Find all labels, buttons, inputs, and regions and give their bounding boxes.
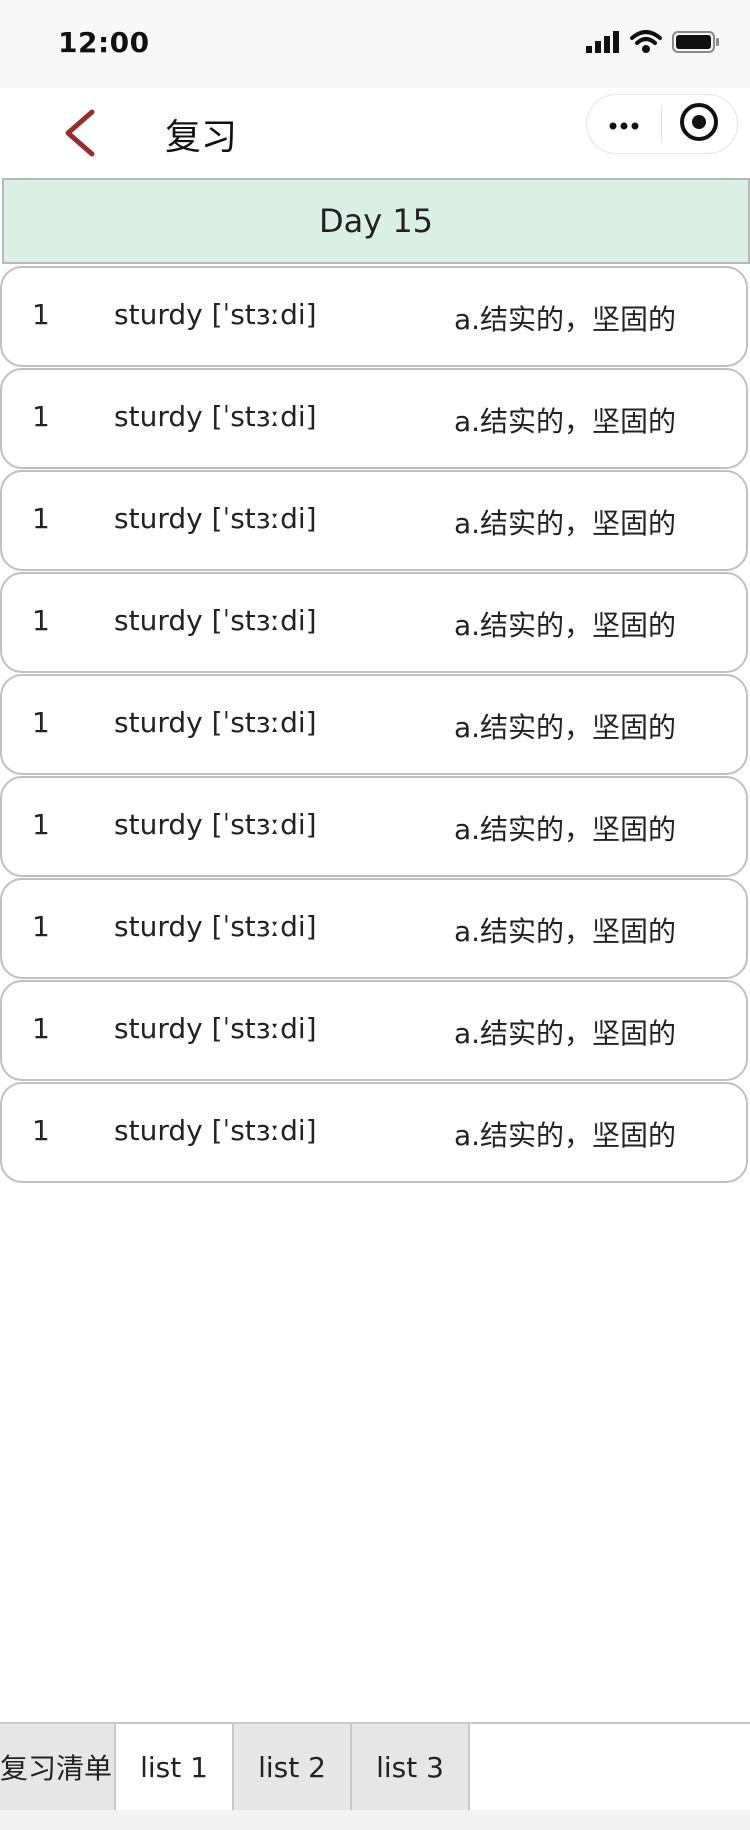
word-row[interactable]: 1 sturdy [ˈstɜːdi] a.结实的，坚固的 [0, 1082, 748, 1183]
word-text: sturdy [ˈstɜːdi] [114, 400, 317, 433]
word-index: 1 [32, 1114, 50, 1147]
word-meaning: a.结实的，坚固的 [454, 1119, 677, 1152]
word-row[interactable]: 1 sturdy [ˈstɜːdi] a.结实的，坚固的 [0, 674, 748, 775]
wifi-icon [630, 30, 662, 58]
tab-list-2[interactable]: list 2 [234, 1724, 352, 1810]
word-index: 1 [32, 604, 50, 637]
word-text: sturdy [ˈstɜːdi] [114, 1012, 317, 1045]
word-row[interactable]: 1 sturdy [ˈstɜːdi] a.结实的，坚固的 [0, 980, 748, 1081]
status-time: 12:00 [58, 26, 150, 59]
status-bar: 12:00 [0, 0, 750, 88]
word-index: 1 [32, 298, 50, 331]
word-row[interactable]: 1 sturdy [ˈstɜːdi] a.结实的，坚固的 [0, 470, 748, 571]
signal-icon [586, 31, 620, 57]
more-button[interactable] [587, 95, 661, 153]
word-meaning: a.结实的，坚固的 [454, 915, 677, 948]
home-indicator-area [0, 1810, 750, 1830]
word-index: 1 [32, 910, 50, 943]
tab-list-1[interactable]: list 1 [116, 1724, 234, 1810]
battery-icon [672, 30, 720, 58]
more-dots-icon [609, 115, 639, 134]
word-list: 1 sturdy [ˈstɜːdi] a.结实的，坚固的 1 sturdy [ˈ… [0, 266, 750, 1184]
tab-bar: 复习清单 list 1 list 2 list 3 [0, 1722, 750, 1810]
back-button[interactable] [58, 106, 102, 160]
word-index: 1 [32, 808, 50, 841]
word-row[interactable]: 1 sturdy [ˈstɜːdi] a.结实的，坚固的 [0, 878, 748, 979]
word-meaning: a.结实的，坚固的 [454, 303, 677, 336]
mini-program-capsule [586, 94, 738, 154]
word-text: sturdy [ˈstɜːdi] [114, 298, 317, 331]
word-row[interactable]: 1 sturdy [ˈstɜːdi] a.结实的，坚固的 [0, 266, 748, 367]
word-index: 1 [32, 706, 50, 739]
word-index: 1 [32, 502, 50, 535]
nav-bar: 复习 [0, 88, 750, 178]
word-text: sturdy [ˈstɜːdi] [114, 808, 317, 841]
word-meaning: a.结实的，坚固的 [454, 813, 677, 846]
day-label: Day 15 [318, 202, 434, 240]
status-icons [586, 30, 720, 58]
day-header: Day 15 [2, 178, 750, 264]
tab-review-list[interactable]: 复习清单 [0, 1724, 116, 1810]
tab-list-3[interactable]: list 3 [352, 1724, 470, 1810]
target-close-icon [679, 102, 719, 146]
word-index: 1 [32, 1012, 50, 1045]
word-meaning: a.结实的，坚固的 [454, 609, 677, 642]
word-row[interactable]: 1 sturdy [ˈstɜːdi] a.结实的，坚固的 [0, 776, 748, 877]
word-meaning: a.结实的，坚固的 [454, 711, 677, 744]
word-meaning: a.结实的，坚固的 [454, 507, 677, 540]
close-button[interactable] [662, 95, 736, 153]
word-text: sturdy [ˈstɜːdi] [114, 502, 317, 535]
word-row[interactable]: 1 sturdy [ˈstɜːdi] a.结实的，坚固的 [0, 572, 748, 673]
word-meaning: a.结实的，坚固的 [454, 405, 677, 438]
word-text: sturdy [ˈstɜːdi] [114, 910, 317, 943]
chevron-left-icon [58, 109, 102, 164]
word-meaning: a.结实的，坚固的 [454, 1017, 677, 1050]
word-text: sturdy [ˈstɜːdi] [114, 604, 317, 637]
word-index: 1 [32, 400, 50, 433]
word-text: sturdy [ˈstɜːdi] [114, 1114, 317, 1147]
page-title: 复习 [165, 117, 238, 158]
word-text: sturdy [ˈstɜːdi] [114, 706, 317, 739]
word-row[interactable]: 1 sturdy [ˈstɜːdi] a.结实的，坚固的 [0, 368, 748, 469]
